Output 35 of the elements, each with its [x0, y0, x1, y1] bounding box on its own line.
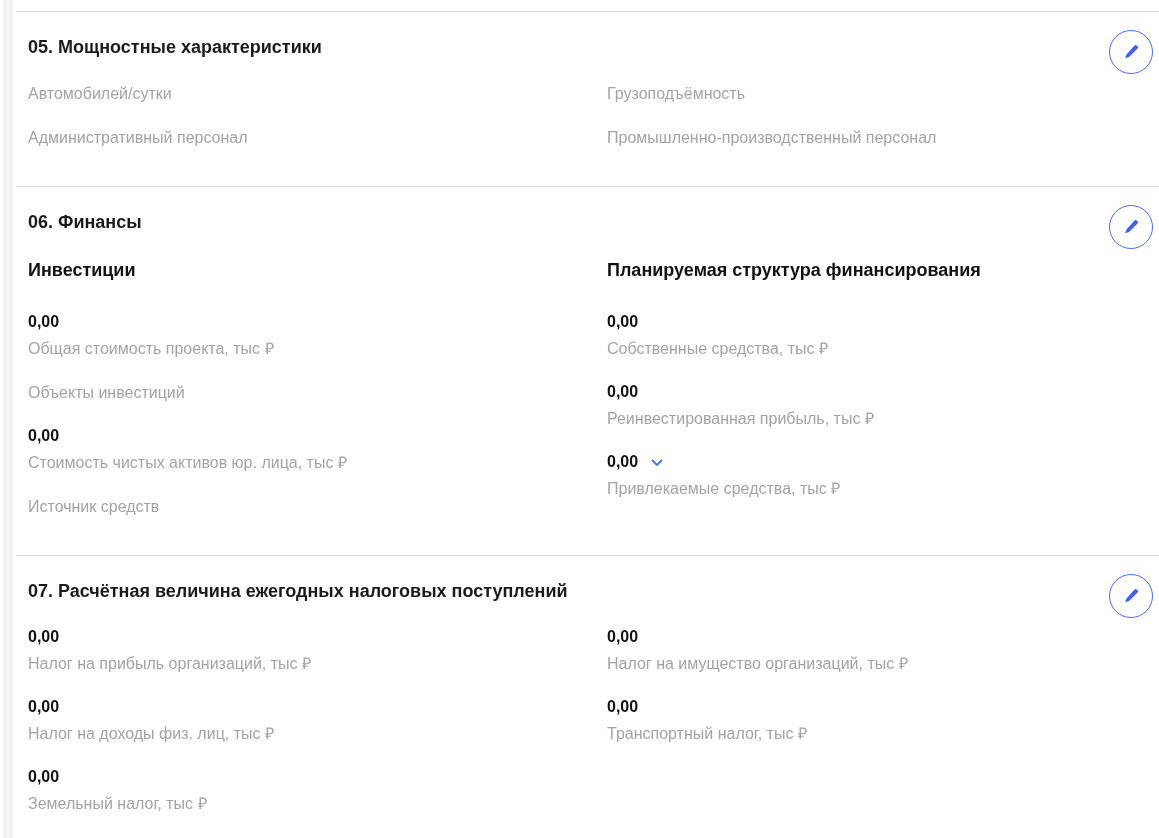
field-label: Стоимость чистых активов юр. лица, тыс ₽: [28, 453, 347, 473]
field-label: Объекты инвестиций: [28, 383, 185, 403]
field-label: Реинвестированная прибыль, тыс ₽: [607, 409, 874, 429]
chevron-down-icon[interactable]: [650, 457, 665, 467]
field-value: 0,00: [607, 312, 639, 332]
field-label: Общая стоимость проекта, тыс ₽: [28, 339, 274, 359]
field-value: 0,00: [28, 627, 60, 647]
field-value: 0,00: [28, 697, 60, 717]
field-label: Привлекаемые средства, тыс ₽: [607, 479, 841, 499]
subsection-heading: Планируемая структура финансирования: [607, 259, 982, 282]
field-label: Источник средств: [28, 497, 160, 517]
field-label: Налог на прибыль организаций, тыс ₽: [28, 654, 311, 674]
field-label: Грузоподъёмность: [607, 84, 746, 104]
field-value: 0,00: [28, 767, 60, 787]
field-value: 0,00: [28, 312, 60, 332]
field-value: 0,00: [607, 627, 639, 647]
field-label: Собственные средства, тыс ₽: [607, 339, 828, 359]
field-value: 0,00: [607, 382, 639, 402]
field-label: Автомобилей/сутки: [28, 84, 172, 104]
pencil-icon: [1123, 588, 1139, 604]
field-value: 0,00: [607, 452, 639, 472]
section-title: 05. Мощностные характеристики: [28, 36, 323, 59]
field-value: 0,00: [28, 426, 60, 446]
field-label: Налог на доходы физ. лиц, тыс ₽: [28, 724, 274, 744]
section-title: 06. Финансы: [28, 211, 143, 234]
section-title: 07. Расчётная величина ежегодных налоговых поступлений: [28, 580, 569, 603]
field-label: Земельный налог, тыс ₽: [28, 794, 207, 814]
pencil-icon: [1123, 219, 1139, 235]
field-label: Административный персонал: [28, 128, 248, 148]
field-value: 0,00: [607, 697, 639, 717]
pencil-icon: [1123, 44, 1139, 60]
subsection-heading: Инвестиции: [28, 259, 137, 282]
field-label: Промышленно-производственный персонал: [607, 128, 937, 148]
field-label: Налог на имущество организаций, тыс ₽: [607, 654, 908, 674]
field-label: Транспортный налог, тыс ₽: [607, 724, 807, 744]
